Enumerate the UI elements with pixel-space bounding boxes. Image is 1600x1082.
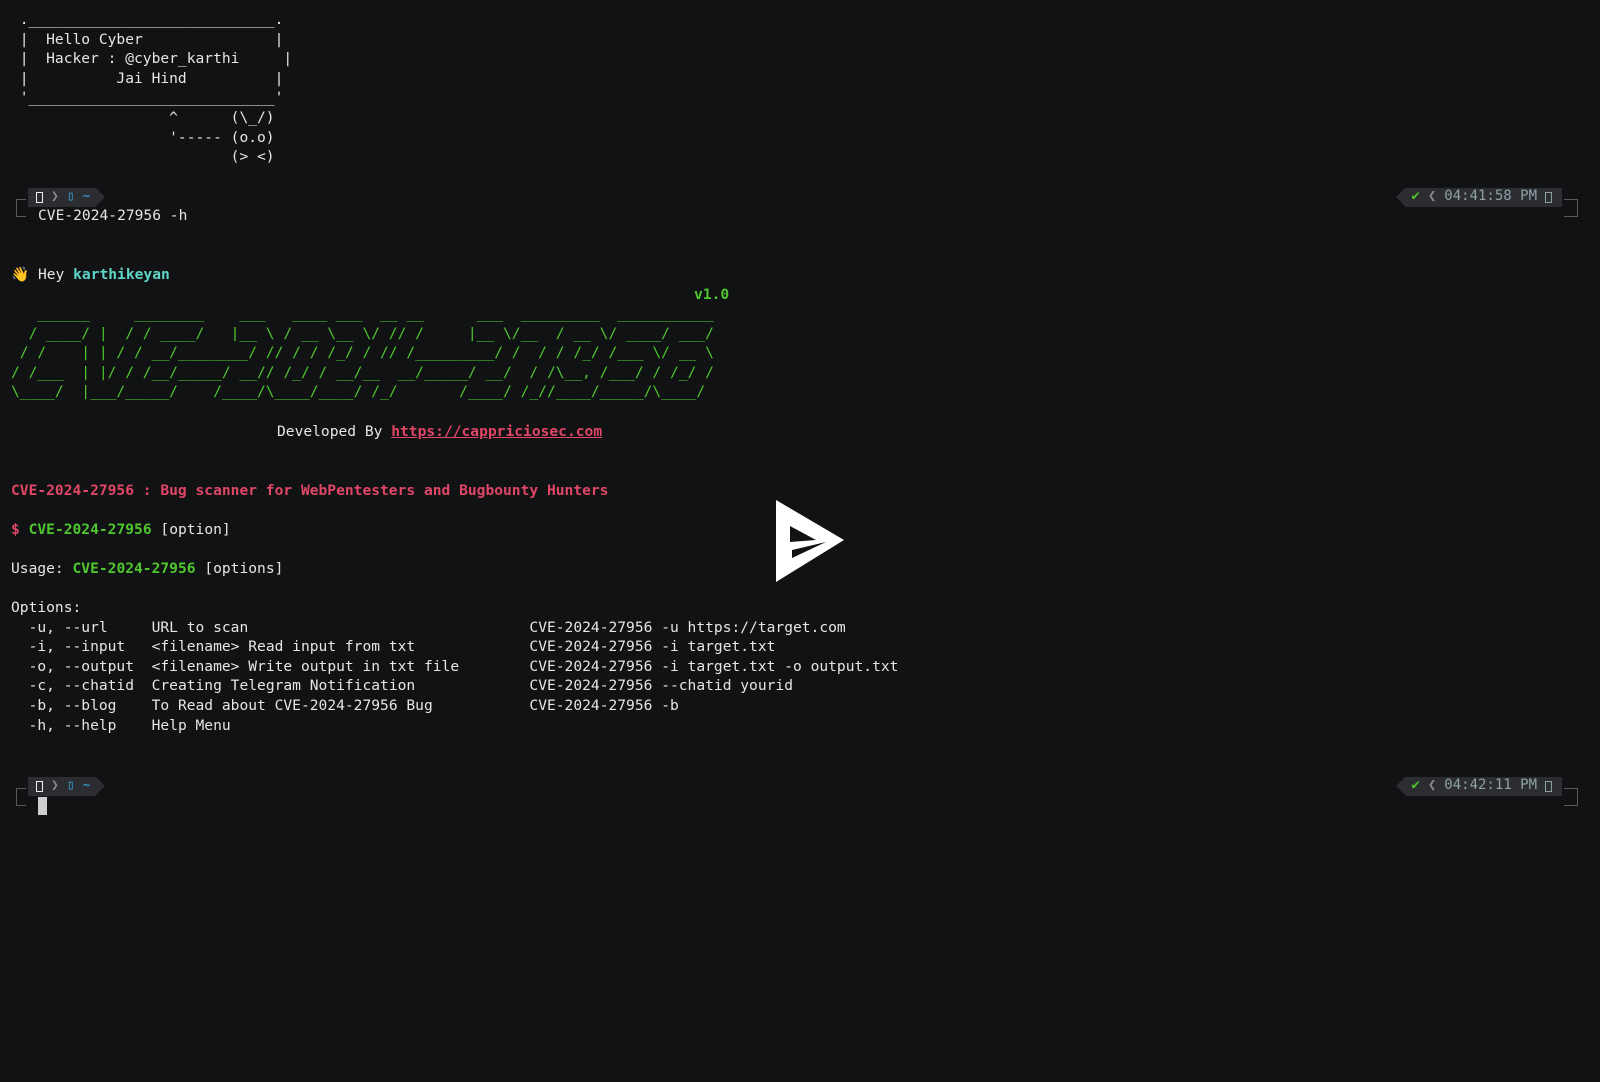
option-row-url: -u, --url URL to scan CVE-2024-27956 -u … <box>11 619 846 636</box>
prompt-right-segment: ✔ ❮ 04:41:58 PM <box>1396 187 1562 207</box>
dollar-sign: $ <box>11 521 20 538</box>
option-row-chatid: -c, --chatid Creating Telegram Notificat… <box>11 677 793 694</box>
option-desc: Creating Telegram Notification <box>151 677 530 695</box>
prompt-bracket-right <box>1564 199 1578 217</box>
segment-arrow <box>1396 777 1406 795</box>
prompt-bracket-right <box>1564 788 1578 806</box>
status-check-icon: ✔ <box>1411 188 1420 205</box>
option-row-help: -h, --help Help Menu <box>11 717 231 734</box>
greeting-user: karthikeyan <box>73 266 170 283</box>
option-row-input: -i, --input <filename> Read input from t… <box>11 638 776 656</box>
ascii-line-5: \____/ |___/_____/ /____/\____/____/ /_/… <box>11 383 706 401</box>
syntax-line: $ CVE-2024-27956 [option] <box>11 520 231 540</box>
banner-line-jaihind: | Jai Hind | <box>11 69 284 87</box>
ascii-line-1: ______ ________ ___ ____ ___ __ __ ___ _… <box>11 305 714 322</box>
separator-icon: ❮ <box>1427 188 1437 205</box>
prompt-right-segment: ✔ ❮ 04:42:11 PM <box>1396 776 1562 796</box>
separator-icon: ❯ <box>51 778 59 794</box>
current-dir: ~ <box>82 189 91 205</box>
segment-arrow <box>1396 188 1406 206</box>
option-flag: -o, --output <box>11 657 152 675</box>
banner-box-top: .____________________________. <box>11 11 284 28</box>
clock-icon <box>1545 191 1552 203</box>
option-flag: -b, --blog <box>11 696 152 714</box>
option-flag: -u, --url <box>11 618 152 636</box>
usage-arg: [options] <box>204 560 284 577</box>
prompt-left-segment: ❯ ▯ ~ <box>28 187 106 207</box>
options-block: Options: -u, --url URL to scan CVE-2024-… <box>11 598 898 735</box>
option-example: CVE-2024-27956 -i target.txt <box>529 638 776 656</box>
status-check-icon: ✔ <box>1411 777 1420 794</box>
option-row-blog: -b, --blog To Read about CVE-2024-27956 … <box>11 697 679 714</box>
ascii-line-4: / /___ | |/ / /__/_____/ __// /_/ / __/_… <box>11 363 714 381</box>
option-example: CVE-2024-27956 -i target.txt -o output.t… <box>529 657 899 675</box>
option-desc: URL to scan <box>151 618 530 636</box>
option-desc: Help Menu <box>151 716 231 734</box>
play-icon[interactable] <box>770 496 850 586</box>
separator-icon: ❯ <box>51 189 59 205</box>
prompt-bracket-left <box>16 199 26 217</box>
folder-icon: ▯ <box>66 189 75 205</box>
os-icon <box>36 191 43 203</box>
option-example: CVE-2024-27956 --chatid yourid <box>529 677 793 695</box>
usage-tool: CVE-2024-27956 <box>72 560 196 577</box>
owl-line-1: ^ (\_/) <box>11 108 275 126</box>
segment-arrow <box>96 188 106 206</box>
greeting-hey: Hey <box>37 266 65 283</box>
wave-icon: 👋 <box>11 266 30 283</box>
banner-box-bottom: '____________________________' <box>11 89 284 107</box>
option-flag: -i, --input <box>11 638 152 656</box>
prompt-time: 04:41:58 PM <box>1444 188 1537 205</box>
owl-line-2: '----- (o.o) <box>11 128 275 146</box>
syntax-tool: CVE-2024-27956 <box>28 521 152 538</box>
clock-icon <box>1545 780 1552 792</box>
prompt-time: 04:42:11 PM <box>1444 777 1537 794</box>
option-row-output: -o, --output <filename> Write output in … <box>11 657 899 675</box>
prompt-bracket-left <box>16 788 26 806</box>
terminal-window[interactable]: .____________________________. | Hello C… <box>0 0 1600 1082</box>
os-icon <box>36 780 43 792</box>
tool-description: CVE-2024-27956 : Bug scanner for WebPent… <box>11 482 609 499</box>
ascii-line-3: / / | | / / __/________/ // / / /_/ / //… <box>11 344 714 362</box>
owl-line-3: (> <) <box>11 148 275 166</box>
segment-arrow <box>96 777 106 795</box>
option-flag: -c, --chatid <box>11 677 152 695</box>
developer-link[interactable]: https://cappriciosec.com <box>391 423 602 440</box>
terminal-cursor[interactable] <box>38 797 47 815</box>
option-example: CVE-2024-27956 -b <box>529 696 679 714</box>
usage-label: Usage: <box>11 560 64 577</box>
option-flag: -h, --help <box>11 716 152 734</box>
version-label: v1.0 <box>694 286 730 303</box>
option-example: CVE-2024-27956 -u https://target.com <box>529 618 846 636</box>
syntax-arg: [option] <box>160 521 231 538</box>
option-desc: To Read about CVE-2024-27956 Bug <box>151 696 530 714</box>
greeting-line: 👋 Hey karthikeyan <box>11 265 170 285</box>
banner-line-hacker: | Hacker : @cyber_karthi | <box>11 50 293 68</box>
prompt-left-segment: ❯ ▯ ~ <box>28 776 106 796</box>
folder-icon: ▯ <box>66 778 75 794</box>
developed-by-line: Developed By https://cappriciosec.com <box>277 422 602 442</box>
banner-box: .____________________________. | Hello C… <box>11 10 292 167</box>
command-line[interactable]: CVE-2024-27956 -h <box>38 206 187 226</box>
banner-line-hello: | Hello Cyber | <box>11 30 284 48</box>
ascii-line-2: / ____/ | / / ____/ |__ \ / __ \__ \/ //… <box>11 324 714 342</box>
current-dir: ~ <box>82 778 91 794</box>
options-title: Options: <box>11 599 82 616</box>
developed-by-label: Developed By <box>277 423 383 440</box>
ascii-logo: ______ ________ ___ ____ ___ __ __ ___ _… <box>11 304 714 402</box>
option-desc: <filename> Write output in txt file <box>151 657 530 675</box>
option-desc: <filename> Read input from txt <box>151 638 530 656</box>
separator-icon: ❮ <box>1427 777 1437 794</box>
usage-line: Usage: CVE-2024-27956 [options] <box>11 559 283 579</box>
